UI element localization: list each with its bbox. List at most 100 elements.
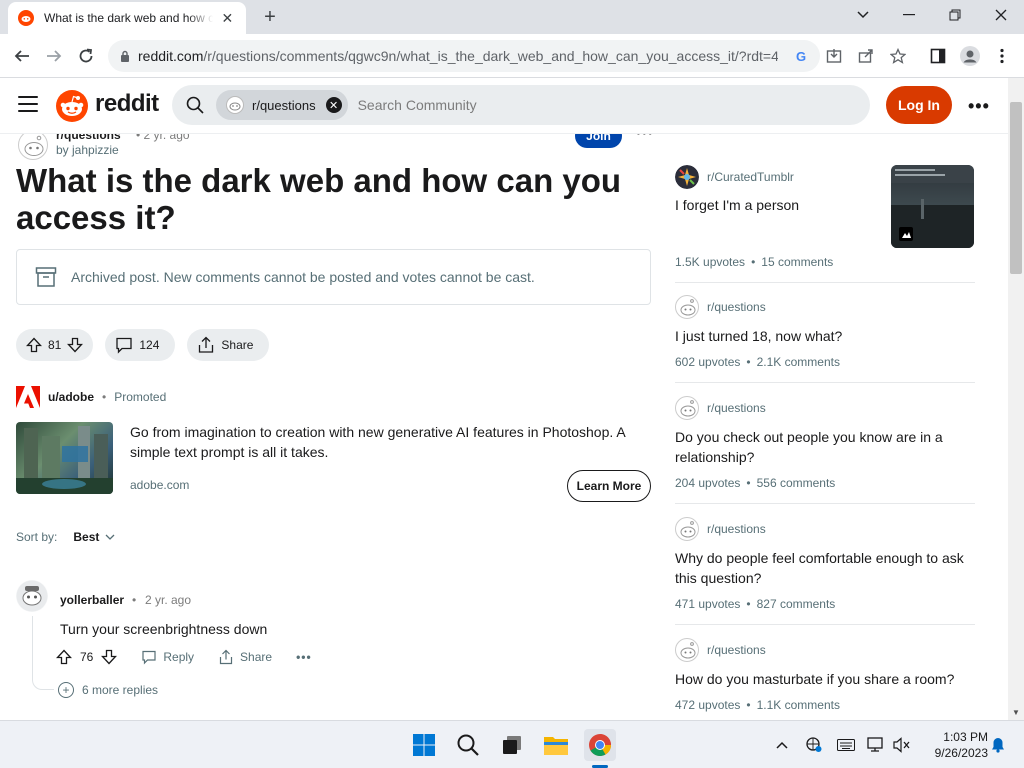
related-post-title[interactable]: Do you check out people you know are in …: [675, 427, 965, 467]
related-post-title[interactable]: Why do people feel comfortable enough to…: [675, 548, 965, 588]
comment-thread-line[interactable]: [32, 616, 54, 690]
related-post[interactable]: r/questions I just turned 18, now what? …: [675, 295, 975, 395]
search-bar[interactable]: r/questions ✕ Search Community: [172, 85, 870, 125]
subreddit-avatar-icon[interactable]: [18, 134, 48, 160]
profile-avatar-icon[interactable]: [958, 44, 982, 68]
related-post-subreddit[interactable]: r/questions: [707, 300, 766, 314]
comment-upvote-icon[interactable]: [56, 649, 72, 665]
keyboard-icon[interactable]: [836, 735, 856, 755]
tab-search-icon[interactable]: [840, 0, 886, 30]
taskbar-clock[interactable]: 1:03 PM 9/26/2023: [916, 729, 988, 761]
promoted-domain[interactable]: adobe.com: [130, 478, 189, 492]
related-post-comments: 1.1K comments: [756, 698, 840, 712]
adobe-logo-icon[interactable]: [16, 386, 40, 408]
related-post-subreddit[interactable]: r/questions: [707, 522, 766, 536]
tab-close-icon[interactable]: ✕: [219, 9, 236, 27]
questions-avatar-icon[interactable]: [675, 295, 699, 319]
comment-username[interactable]: yollerballer: [60, 593, 124, 607]
upvote-arrow-icon[interactable]: [26, 337, 42, 353]
share-button[interactable]: Share: [187, 329, 270, 361]
svg-text:G: G: [796, 49, 806, 64]
scrollbar-thumb[interactable]: [1010, 102, 1022, 274]
questions-avatar-icon[interactable]: [675, 396, 699, 420]
comment-downvote-icon[interactable]: [101, 649, 118, 665]
vote-pill: 81: [16, 329, 94, 361]
archived-text: Archived post. New comments cannot be po…: [71, 269, 535, 285]
google-lens-icon[interactable]: G: [790, 44, 814, 68]
comment-vote-count: 76: [80, 650, 94, 664]
promoted-header: u/adobe • Promoted: [16, 386, 166, 408]
chrome-menu-icon[interactable]: [990, 44, 1014, 68]
promoted-user-link[interactable]: u/adobe: [48, 390, 94, 404]
post-author[interactable]: by jahpizzie: [56, 143, 119, 157]
related-post-thumbnail[interactable]: [891, 165, 974, 248]
related-post-title[interactable]: How do you masturbate if you share a roo…: [675, 669, 965, 689]
forward-arrow-icon[interactable]: [42, 44, 66, 68]
related-post[interactable]: r/questions Do you check out people you …: [675, 396, 975, 506]
curatedtumblr-avatar-icon[interactable]: [675, 165, 699, 189]
restore-icon[interactable]: [932, 0, 978, 30]
post-subreddit-link[interactable]: r/questions: [56, 134, 121, 142]
sort-selector[interactable]: Sort by: Best: [16, 530, 115, 544]
related-post[interactable]: r/CuratedTumblr I forget I'm a person 1.…: [675, 165, 975, 283]
related-post-head: r/questions: [675, 517, 766, 541]
promoted-text[interactable]: Go from imagination to creation with new…: [130, 422, 650, 462]
install-app-icon[interactable]: [822, 44, 846, 68]
related-post-subreddit[interactable]: r/questions: [707, 401, 766, 415]
post-more-icon[interactable]: •••: [636, 134, 654, 140]
reddit-wordmark[interactable]: reddit: [95, 90, 159, 118]
join-button[interactable]: Join: [575, 134, 622, 148]
browser-tab[interactable]: What is the dark web and how can you acc…: [8, 2, 246, 34]
chrome-taskbar-icon[interactable]: [584, 729, 616, 761]
header-more-icon[interactable]: •••: [968, 96, 990, 117]
reply-button[interactable]: Reply: [141, 649, 194, 665]
comment-avatar[interactable]: [16, 580, 48, 612]
taskbar-search-icon[interactable]: [452, 729, 484, 761]
side-panel-icon[interactable]: [926, 44, 950, 68]
new-tab-icon[interactable]: +: [258, 6, 282, 28]
reddit-logo-icon[interactable]: [56, 90, 88, 122]
search-input[interactable]: Search Community: [358, 97, 477, 113]
comment-bubble-icon: [116, 337, 133, 354]
volume-muted-icon[interactable]: [892, 735, 912, 755]
more-replies-button[interactable]: + 6 more replies: [58, 682, 158, 698]
share-page-icon[interactable]: [854, 44, 878, 68]
related-post-title[interactable]: I just turned 18, now what?: [675, 326, 965, 346]
task-view-icon[interactable]: [496, 729, 528, 761]
related-post[interactable]: r/questions Why do people feel comfortab…: [675, 517, 975, 627]
learn-more-button[interactable]: Learn More: [567, 470, 651, 502]
comments-button[interactable]: 124: [105, 329, 176, 361]
related-post[interactable]: r/questions How do you masturbate if you…: [675, 638, 975, 720]
windows-start-icon[interactable]: [408, 729, 440, 761]
comment-share-button[interactable]: Share: [218, 649, 272, 665]
search-community-chip[interactable]: r/questions ✕: [216, 90, 348, 120]
related-post-title[interactable]: I forget I'm a person: [675, 195, 875, 215]
display-icon[interactable]: [866, 735, 886, 755]
reddit-favicon-icon: [18, 10, 34, 26]
notification-bell-icon[interactable]: [988, 735, 1008, 755]
minimize-icon[interactable]: [886, 0, 932, 30]
comment-body: Turn your screenbrightness down: [60, 621, 268, 637]
questions-avatar-icon[interactable]: [675, 638, 699, 662]
close-window-icon[interactable]: [978, 0, 1024, 30]
onedrive-icon[interactable]: [804, 735, 824, 755]
login-button[interactable]: Log In: [886, 86, 952, 124]
comment-more-icon[interactable]: •••: [296, 650, 312, 664]
scroll-down-arrow-icon[interactable]: ▼: [1008, 704, 1024, 720]
questions-avatar-icon[interactable]: [675, 517, 699, 541]
bookmark-star-icon[interactable]: [886, 44, 910, 68]
related-post-head: r/questions: [675, 295, 766, 319]
plus-circle-icon: +: [58, 682, 74, 698]
hamburger-menu-icon[interactable]: [18, 96, 38, 114]
address-bar[interactable]: reddit.com/r/questions/comments/qgwc9n/w…: [108, 40, 820, 72]
clear-chip-icon[interactable]: ✕: [325, 97, 342, 113]
related-post-subreddit[interactable]: r/questions: [707, 643, 766, 657]
promoted-image[interactable]: [16, 422, 113, 494]
file-explorer-icon[interactable]: [540, 729, 572, 761]
reload-icon[interactable]: [74, 44, 98, 68]
downvote-arrow-icon[interactable]: [67, 337, 84, 353]
show-hidden-icons-chevron-icon[interactable]: [772, 735, 792, 755]
back-arrow-icon[interactable]: [10, 44, 34, 68]
related-post-subreddit[interactable]: r/CuratedTumblr: [707, 170, 794, 184]
search-icon: [186, 96, 204, 114]
